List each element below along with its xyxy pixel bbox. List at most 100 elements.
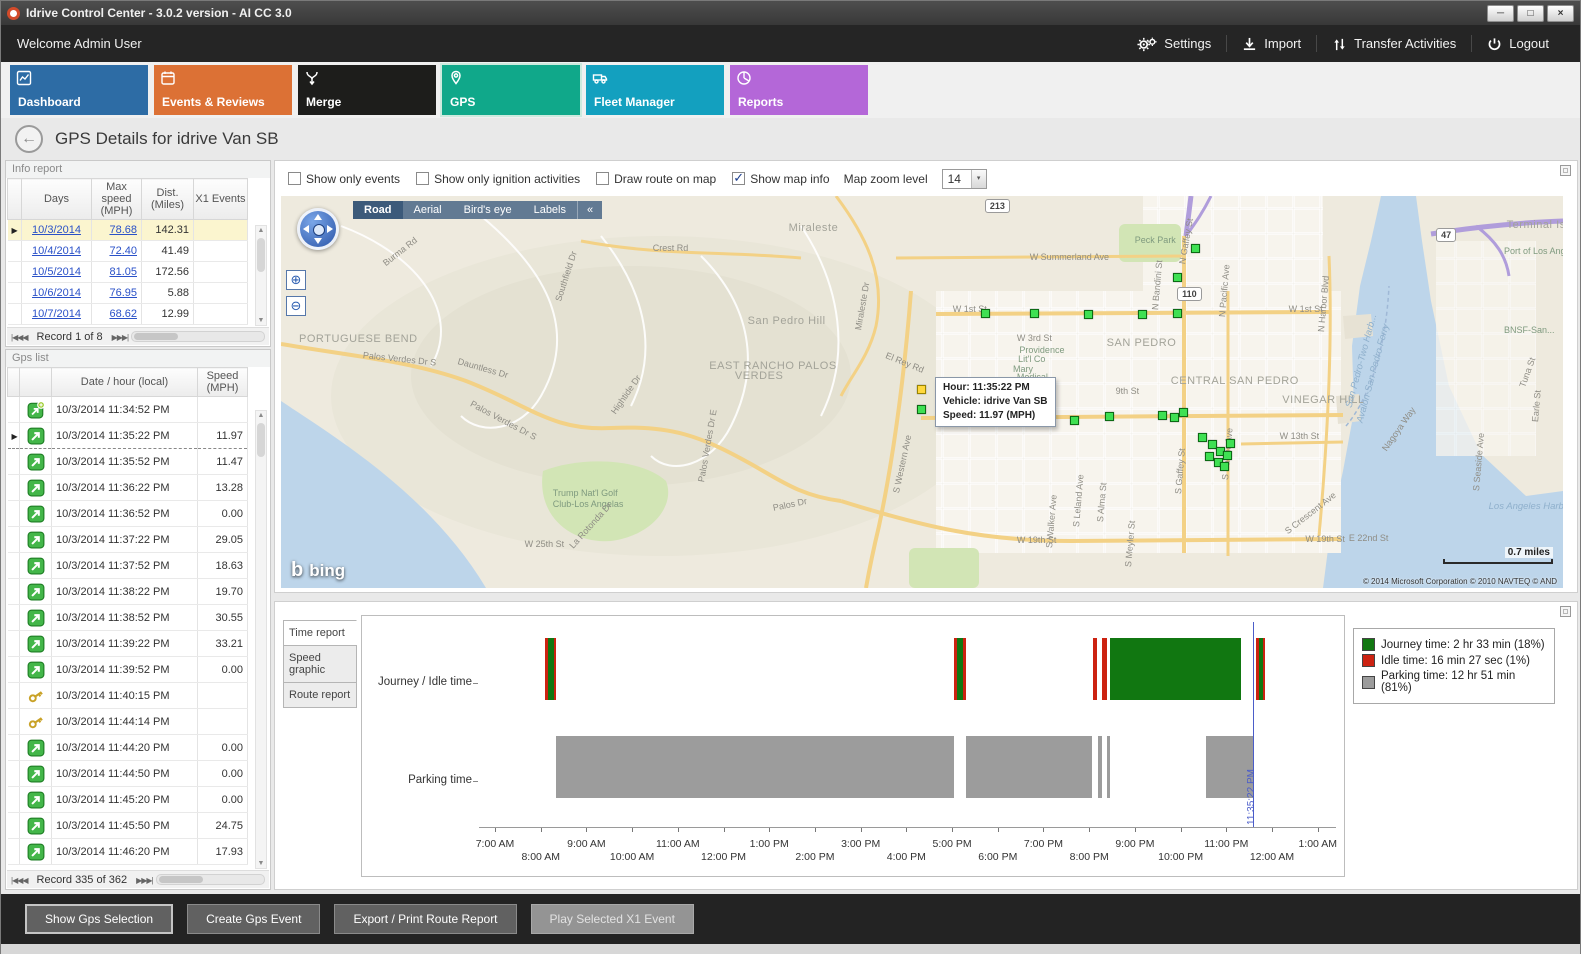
map-option-checkbox[interactable]: ✓ Show map info [732,172,829,186]
topbar-action-button[interactable]: Logout [1471,35,1564,51]
gps-list-row[interactable]: 10/3/2014 11:36:52 PM 0.00 [8,501,248,527]
map-marker[interactable] [1105,412,1114,421]
gps-list-row[interactable]: 10/3/2014 11:36:22 PM 13.28 [8,475,248,501]
pager-next-button[interactable]: ▶| [122,333,128,342]
gps-list-row[interactable]: 10/3/2014 11:45:20 PM 0.00 [8,787,248,813]
gps-list-row[interactable]: 10/3/2014 11:39:52 PM 0.00 [8,657,248,683]
max-speed-link[interactable]: 81.05 [109,266,137,278]
window-titlebar[interactable]: Idrive Control Center - 3.0.2 version - … [1,1,1580,25]
plot-area[interactable]: 11:35:22 PM [479,622,1336,828]
nav-tab[interactable]: GPS [442,65,580,115]
map-marker[interactable] [917,405,926,414]
map-marker[interactable] [1179,408,1188,417]
pan-west-icon[interactable] [303,225,309,233]
map[interactable]: MiralestePeck ParkW Summerland AveCrest … [281,196,1563,588]
map-view-tab[interactable]: Road [353,201,403,219]
checkbox-box[interactable]: ✓ [288,172,301,185]
map-marker[interactable] [1220,462,1229,471]
column-header-speed[interactable]: Speed (MPH) [198,368,248,397]
map-option-checkbox[interactable]: ✓ Draw route on map [596,172,716,186]
chart-tab[interactable]: Speed graphic [283,645,357,683]
zoom-out-button[interactable]: ⊖ [286,296,306,316]
gps-list-row[interactable]: 10/3/2014 11:46:20 PM 17.93 [8,839,248,865]
nav-tab[interactable]: Merge [298,65,436,115]
gps-list-row[interactable]: 10/3/2014 11:39:22 PM 33.21 [8,631,248,657]
footer-button[interactable]: Show Gps Selection [25,904,173,934]
map-marker[interactable] [1226,439,1235,448]
pager-scroll-thumb[interactable] [159,876,203,883]
close-button[interactable]: × [1547,5,1574,22]
map-marker[interactable] [1223,451,1232,460]
map-marker[interactable] [1173,273,1182,282]
map-marker[interactable] [1158,411,1167,420]
map-compass-control[interactable] [297,208,339,250]
max-speed-link[interactable]: 72.40 [109,245,137,257]
pager-next-button[interactable]: ▶| [146,876,152,885]
column-header-x1-events[interactable]: X1 Events [194,179,248,220]
map-marker[interactable] [1084,310,1093,319]
max-speed-link[interactable]: 78.68 [109,224,137,236]
map-marker[interactable] [1170,413,1179,422]
pager-prev-button[interactable]: ◀ [22,876,27,885]
nav-tab[interactable]: Dashboard [10,65,148,115]
map-marker[interactable] [1205,452,1214,461]
gps-list-row[interactable]: 10/3/2014 11:44:50 PM 0.00 [8,761,248,787]
column-header-datetime[interactable]: Date / hour (local) [52,368,198,397]
gps-list-row[interactable]: 10/3/2014 11:38:52 PM 30.55 [8,605,248,631]
map-marker[interactable] [981,309,990,318]
map-marker[interactable] [1030,309,1039,318]
max-speed-link[interactable]: 68.62 [109,308,137,320]
map-view-tab[interactable]: Aerial [403,201,453,219]
info-report-row[interactable]: 10/5/2014 81.05 172.56 [8,262,248,283]
day-link[interactable]: 10/5/2014 [32,266,81,278]
scroll-up-icon[interactable]: ▲ [256,412,266,419]
topbar-action-button[interactable]: Import [1226,35,1316,51]
map-marker[interactable] [1173,309,1182,318]
day-link[interactable]: 10/6/2014 [32,287,81,299]
pan-north-icon[interactable] [314,214,322,220]
gps-list-row[interactable]: ▶ 10/3/2014 11:35:22 PM 11.97 [8,423,248,449]
gps-list-row[interactable]: 10/3/2014 11:44:20 PM 0.00 [8,735,248,761]
info-report-row[interactable]: 10/4/2014 72.40 41.49 [8,241,248,262]
scroll-thumb[interactable] [257,238,265,272]
chevron-down-icon[interactable]: ▾ [971,170,986,188]
scroll-up-icon[interactable]: ▲ [256,227,266,234]
gps-list-scrollbar[interactable]: ▲ ▼ [255,410,267,869]
nav-tab[interactable]: Fleet Manager [586,65,724,115]
topbar-action-button[interactable]: Settings [1122,35,1226,51]
map-tabs-collapse-icon[interactable]: « [577,201,602,219]
day-link[interactable]: 10/7/2014 [32,308,81,320]
scroll-thumb[interactable] [257,423,265,457]
minimize-button[interactable]: ─ [1487,5,1514,22]
info-report-row[interactable]: ▶ 10/3/2014 78.68 142.31 [8,220,248,241]
gps-list-row[interactable]: 10/3/2014 11:35:52 PM 11.47 [8,449,248,475]
pan-east-icon[interactable] [327,225,333,233]
pager-scrollbar[interactable] [156,874,265,885]
checkbox-box[interactable]: ✓ [732,172,745,185]
gps-list-row[interactable]: 10/3/2014 11:45:50 PM 24.75 [8,813,248,839]
zoom-in-button[interactable]: ⊕ [286,270,306,290]
gps-list-row[interactable]: 10/3/2014 11:38:22 PM 19.70 [8,579,248,605]
checkbox-box[interactable]: ✓ [596,172,609,185]
map-marker-current[interactable] [917,385,926,394]
footer-button[interactable]: Create Gps Event [187,904,320,934]
map-option-checkbox[interactable]: ✓ Show only events [288,172,400,186]
info-report-row[interactable]: 10/6/2014 76.95 5.88 [8,283,248,304]
bing-logo[interactable]: b bing [291,559,345,582]
info-report-row[interactable]: 10/7/2014 68.62 12.99 [8,304,248,325]
pan-south-icon[interactable] [314,238,322,244]
nav-tab[interactable]: Events & Reviews [154,65,292,115]
info-report-scrollbar[interactable]: ▲ ▼ [255,225,267,326]
gps-list-row[interactable]: 10/3/2014 11:34:52 PM [8,397,248,423]
map-marker[interactable] [1198,433,1207,442]
map-view-tab[interactable]: Labels [523,201,577,219]
checkbox-box[interactable]: ✓ [416,172,429,185]
gps-list-row[interactable]: 10/3/2014 11:44:14 PM [8,709,248,735]
map-marker[interactable] [1191,244,1200,253]
pager-prev-button[interactable]: ◀ [22,333,27,342]
scroll-down-icon[interactable]: ▼ [256,317,266,324]
chart-panel-collapse-icon[interactable] [1560,606,1571,617]
max-speed-link[interactable]: 76.95 [109,287,137,299]
nav-tab[interactable]: Reports [730,65,868,115]
pager-scroll-thumb[interactable] [134,333,178,340]
